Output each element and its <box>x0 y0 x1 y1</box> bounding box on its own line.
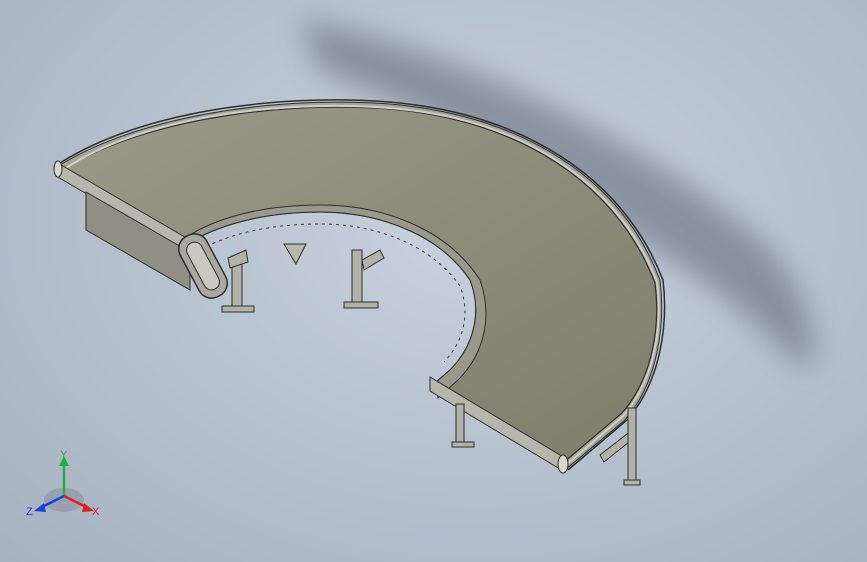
support-bracket <box>283 243 307 266</box>
y-axis-label: Y <box>60 449 68 461</box>
cad-3d-viewport[interactable]: Y X Z <box>0 0 867 562</box>
z-axis-label: Z <box>26 506 33 518</box>
axis-triad: Y X Z <box>26 449 100 518</box>
support-leg-2 <box>343 249 385 309</box>
x-axis-label: X <box>92 506 100 518</box>
